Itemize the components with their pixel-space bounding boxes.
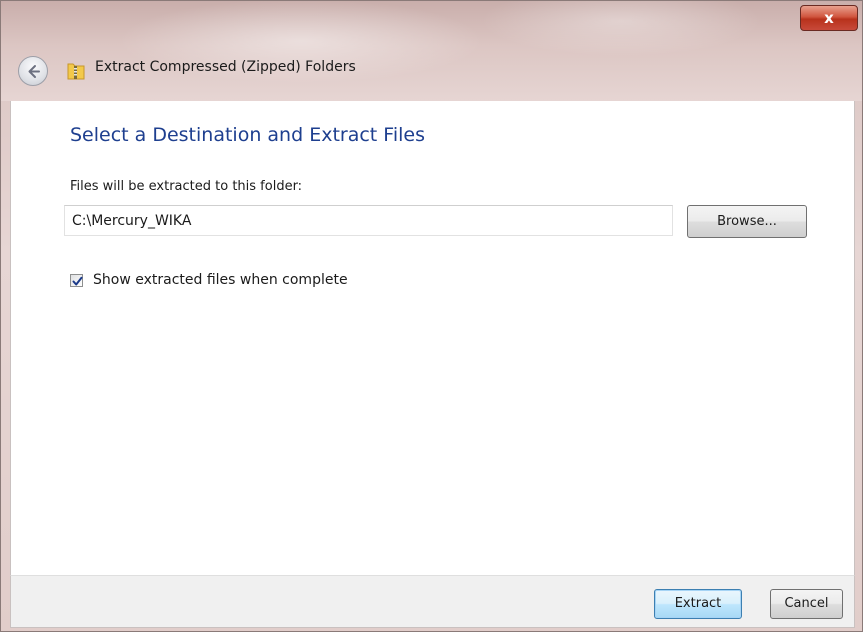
dialog-footer: Extract Cancel: [10, 575, 855, 628]
zip-folder-icon: [67, 63, 85, 80]
extract-dialog-window: x Extract Compressed (Zipped) Folders Se…: [0, 0, 863, 632]
show-files-label[interactable]: Show extracted files when complete: [93, 272, 348, 288]
cancel-button[interactable]: Cancel: [770, 589, 843, 619]
destination-path-input[interactable]: [64, 205, 673, 236]
back-arrow-icon: [28, 65, 40, 78]
window-title: Extract Compressed (Zipped) Folders: [95, 59, 356, 75]
close-button[interactable]: x: [800, 5, 858, 31]
title-bar: x Extract Compressed (Zipped) Folders: [1, 1, 862, 101]
close-icon: x: [824, 9, 834, 27]
extract-button[interactable]: Extract: [654, 589, 742, 619]
show-files-checkbox[interactable]: [70, 274, 83, 287]
checkmark-icon: [72, 276, 83, 286]
dialog-content: Select a Destination and Extract Files F…: [10, 101, 855, 575]
back-button[interactable]: [18, 56, 48, 86]
browse-button[interactable]: Browse...: [687, 205, 807, 238]
page-heading: Select a Destination and Extract Files: [70, 124, 425, 146]
destination-label: Files will be extracted to this folder:: [70, 179, 303, 194]
